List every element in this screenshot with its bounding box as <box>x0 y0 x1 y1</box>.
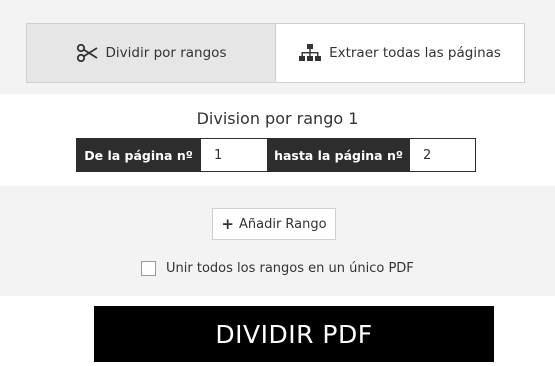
sitemap-icon <box>299 44 322 62</box>
from-page-label: De la página nº <box>76 138 201 172</box>
tab-label: Extraer todas las páginas <box>329 45 501 61</box>
merge-checkbox[interactable] <box>141 260 156 276</box>
action-panel: DIVIDIR PDF <box>0 296 555 366</box>
from-page-input[interactable] <box>201 138 267 172</box>
range-panel: Division por rango 1 De la página nº has… <box>0 94 555 186</box>
split-pdf-button[interactable]: DIVIDIR PDF <box>94 306 494 362</box>
to-page-input[interactable] <box>410 138 476 172</box>
plus-icon: + <box>221 215 234 233</box>
scissors-icon <box>76 44 98 62</box>
range-row: De la página nº hasta la página nº <box>76 138 476 172</box>
add-range-label: Añadir Rango <box>238 216 327 232</box>
range-title: Division por rango 1 <box>196 109 359 128</box>
to-page-label: hasta la página nº <box>267 138 410 172</box>
merge-label[interactable]: Unir todos los rangos en un único PDF <box>166 261 414 276</box>
mode-tabs: Dividir por rangos Extraer todas las pág… <box>26 23 525 83</box>
tab-split-by-ranges[interactable]: Dividir por rangos <box>27 24 276 82</box>
add-range-button[interactable]: + Añadir Rango <box>212 208 336 240</box>
tab-label: Dividir por rangos <box>105 45 227 61</box>
tab-extract-all-pages[interactable]: Extraer todas las páginas <box>276 24 524 82</box>
merge-option: Unir todos los rangos en un único PDF <box>141 260 414 276</box>
